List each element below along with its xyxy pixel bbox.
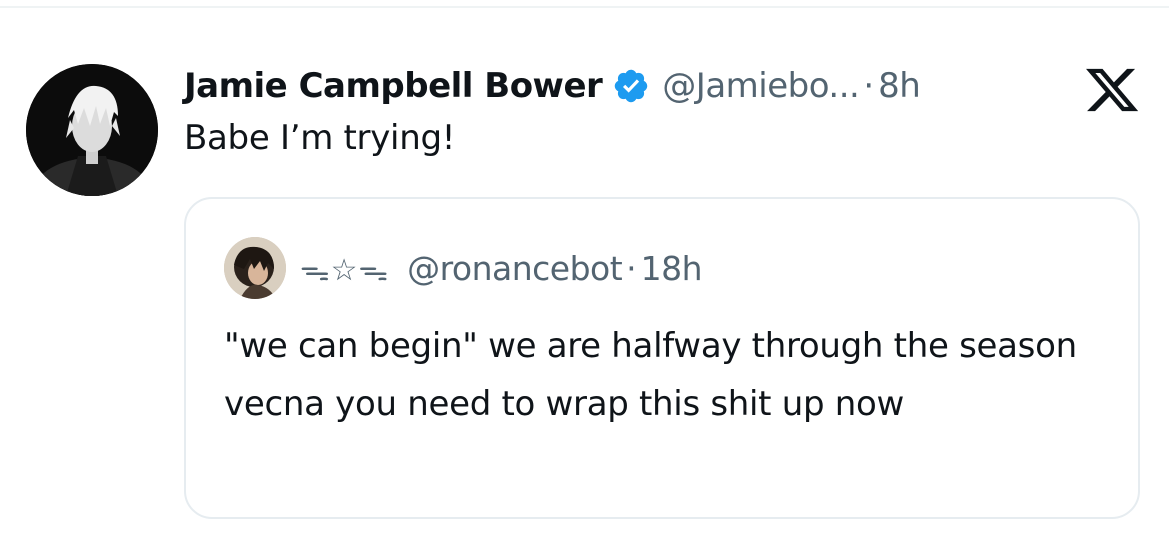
quoted-tweet-timestamp[interactable]: 18h: [641, 249, 703, 288]
quoted-author-name[interactable]: ᯓ☆ᯓ: [300, 248, 389, 289]
tweet-text: Babe I’m trying!: [184, 118, 456, 158]
quoted-tweet-card[interactable]: ᯓ☆ᯓ @ronancebot · 18h "we can begin" we …: [184, 197, 1140, 519]
quoted-tweet-header: ᯓ☆ᯓ @ronancebot · 18h: [300, 243, 703, 293]
quoted-author-avatar[interactable]: [224, 237, 286, 299]
divider: [0, 6, 1169, 8]
tweet-screenshot: Jamie Campbell Bower @Jamiebo... · 8h Ba…: [0, 0, 1169, 540]
separator-dot: ·: [863, 66, 875, 106]
quoted-author-handle[interactable]: @ronancebot: [407, 249, 623, 288]
author-name[interactable]: Jamie Campbell Bower: [184, 66, 603, 106]
quoted-avatar-image: [224, 237, 286, 299]
separator-dot: ·: [626, 248, 637, 288]
author-handle[interactable]: @Jamiebo...: [662, 66, 860, 106]
x-logo-icon: [1083, 64, 1141, 116]
author-avatar[interactable]: [26, 64, 158, 196]
avatar-image: [26, 64, 158, 196]
quoted-tweet-text: "we can begin" we are halfway through th…: [224, 326, 1077, 424]
tweet-header: Jamie Campbell Bower @Jamiebo... · 8h: [184, 60, 921, 112]
verified-badge-icon[interactable]: [612, 67, 650, 105]
tweet-timestamp[interactable]: 8h: [878, 66, 921, 106]
